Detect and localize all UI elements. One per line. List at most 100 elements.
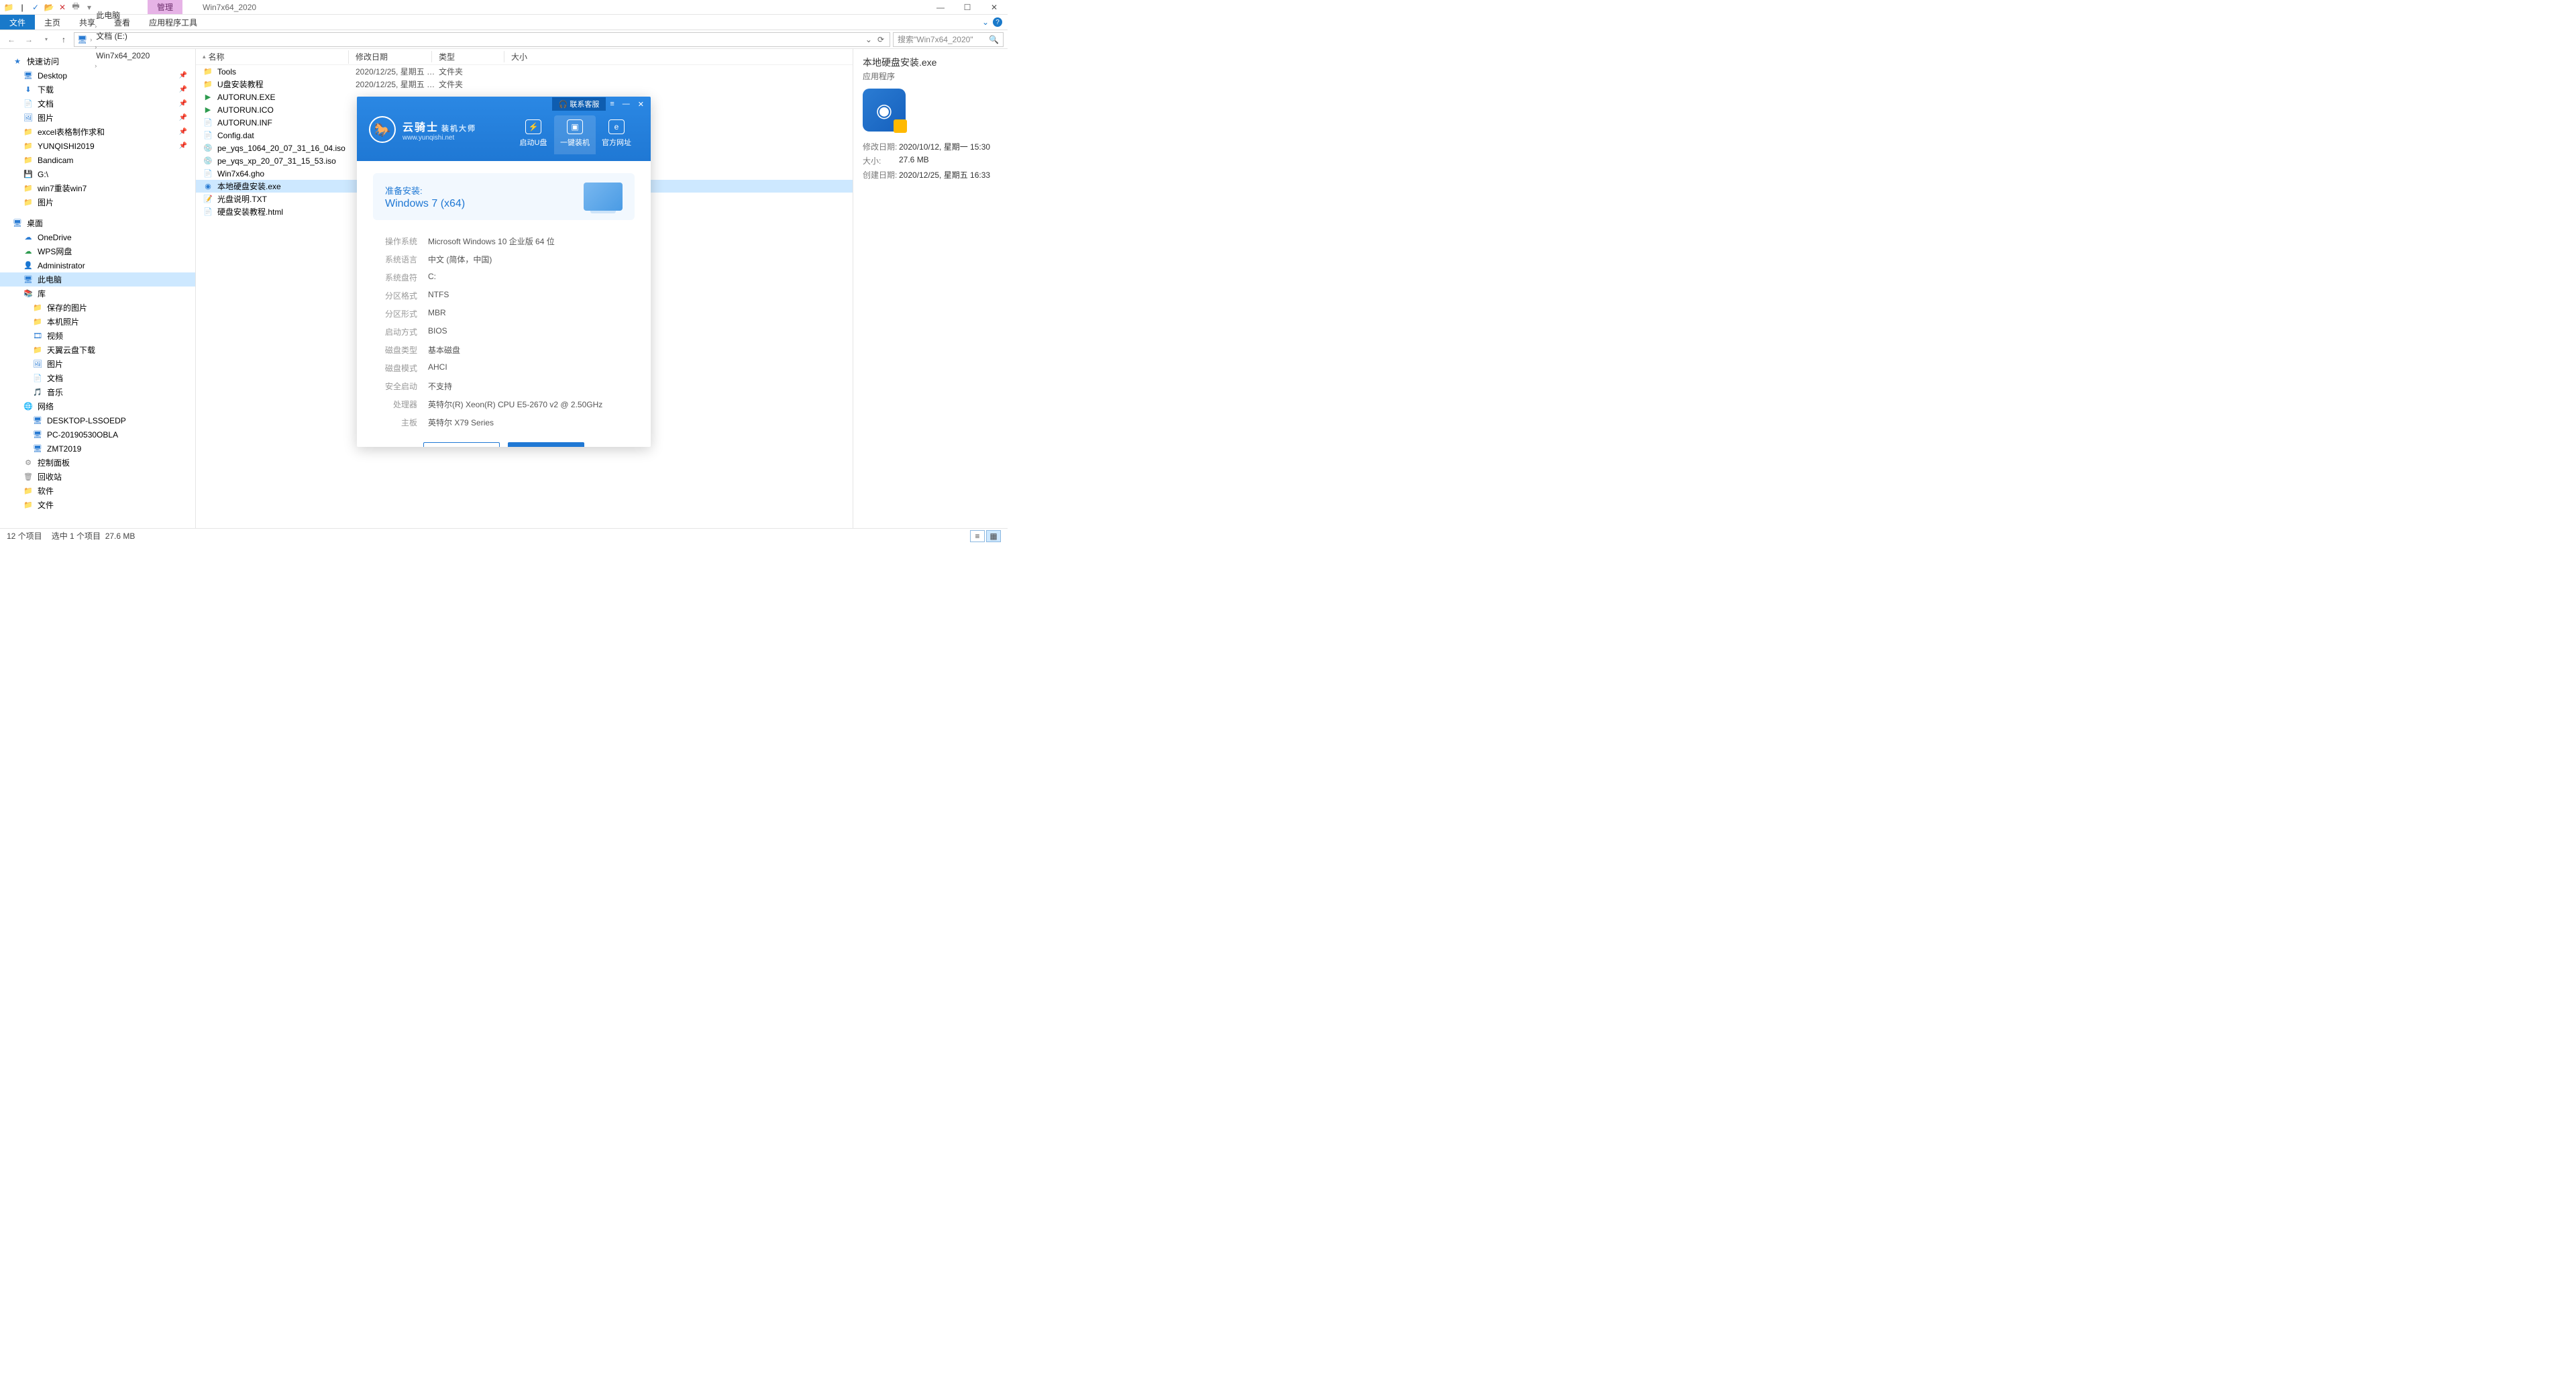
sidebar-item[interactable]: 📁YUNQISHI2019📌 <box>0 139 195 153</box>
chevron-right-icon[interactable]: › <box>95 23 97 30</box>
sidebar-item[interactable]: 📁Bandicam <box>0 153 195 167</box>
sidebar-item[interactable]: ⬇下载📌 <box>0 83 195 97</box>
qat-divider: | <box>17 3 27 12</box>
file-icon: 💿 <box>203 143 213 154</box>
help-icon[interactable]: ? <box>993 17 1002 27</box>
col-type[interactable]: 类型 <box>432 51 504 62</box>
prev-button[interactable]: 上一步 <box>423 442 500 447</box>
sidebar-item[interactable]: 📁天翼云盘下载 <box>0 343 195 357</box>
status-count: 12 个项目 <box>7 530 42 542</box>
sidebar-item[interactable]: ☁OneDrive <box>0 230 195 244</box>
file-icon: 📁 <box>203 79 213 90</box>
open-icon[interactable]: 📂 <box>44 3 54 12</box>
check-icon[interactable]: ✓ <box>31 3 40 12</box>
sidebar-item-label: Administrator <box>38 261 85 270</box>
file-name: AUTORUN.ICO <box>217 105 356 115</box>
file-date: 2020/12/25, 星期五 1… <box>356 79 439 90</box>
sidebar-item[interactable]: 🌐网络 <box>0 399 195 413</box>
breadcrumb-segment[interactable]: 文档 (E:) <box>95 30 151 42</box>
sidebar-item[interactable]: ☁WPS网盘 <box>0 244 195 258</box>
file-row[interactable]: 📁Tools2020/12/25, 星期五 1…文件夹 <box>196 65 853 78</box>
sidebar-item-icon: ⚙ <box>23 458 34 468</box>
folder-icon: 📁 <box>4 3 13 12</box>
sidebar-item-icon: 📁 <box>32 345 43 356</box>
file-type: 文件夹 <box>439 66 511 77</box>
file-icon: ▶ <box>203 105 213 115</box>
address-bar[interactable]: 🖥 › 此电脑›文档 (E:)›Win7x64_2020› ⌄ ⟳ <box>74 32 890 47</box>
sysinfo-row: 磁盘模式AHCI <box>377 359 631 377</box>
sidebar-item[interactable]: 📁win7重装win7 <box>0 181 195 195</box>
meta-value: 2020/10/12, 星期一 15:30 <box>899 141 998 152</box>
close-icon[interactable]: ✕ <box>58 3 67 12</box>
view-icons-button[interactable]: ▦ <box>986 530 1001 542</box>
nav-back-button[interactable]: ← <box>4 32 19 47</box>
sidebar-item[interactable]: 💾G:\ <box>0 167 195 181</box>
nav-history-button[interactable]: ▾ <box>39 32 54 47</box>
dropdown-icon[interactable]: ▾ <box>85 3 94 12</box>
sidebar-item[interactable]: ⚙控制面板 <box>0 456 195 470</box>
sidebar-item[interactable]: 🖥PC-20190530OBLA <box>0 427 195 442</box>
sidebar-item[interactable]: 📁图片 <box>0 195 195 209</box>
ribbon-file-tab[interactable]: 文件 <box>0 15 35 30</box>
context-tab-manage[interactable]: 管理 <box>148 0 182 14</box>
dialog-menu-button[interactable]: ≡ <box>606 100 618 108</box>
sidebar-item[interactable]: 👤Administrator <box>0 258 195 272</box>
sidebar-quick-access[interactable]: ★ 快速访问 <box>0 54 195 68</box>
sidebar-item[interactable]: 🗑回收站 <box>0 470 195 484</box>
sidebar-item[interactable]: 📁本机照片 <box>0 315 195 329</box>
sidebar-item-label: Desktop <box>38 71 67 81</box>
search-input[interactable]: 搜索"Win7x64_2020" 🔍 <box>893 32 1004 47</box>
ribbon-expand-icon[interactable]: ⌄ <box>982 17 989 27</box>
maximize-button[interactable]: ☐ <box>954 0 981 15</box>
dialog-tab[interactable]: e官方网址 <box>596 115 637 154</box>
col-size[interactable]: 大小 <box>504 51 545 62</box>
dialog-tab[interactable]: ▣一键装机 <box>554 115 596 154</box>
ribbon: 文件 主页共享查看应用程序工具 ⌄ ? <box>0 15 1008 30</box>
sidebar-item[interactable]: 📁软件 <box>0 484 195 498</box>
sidebar-item[interactable]: 🖥此电脑 <box>0 272 195 287</box>
nav-forward-button[interactable]: → <box>21 32 36 47</box>
sidebar-item[interactable]: 📚库 <box>0 287 195 301</box>
nav-up-button[interactable]: ↑ <box>56 32 71 47</box>
dialog-close-button[interactable]: ✕ <box>634 100 648 109</box>
col-name[interactable]: ▴ 名称 <box>196 50 349 64</box>
quick-access-toolbar: 📁 | ✓ 📂 ✕ 🖶 ▾ <box>0 3 94 12</box>
chevron-right-icon[interactable]: › <box>90 36 92 43</box>
file-name: Win7x64.gho <box>217 169 356 178</box>
close-button[interactable]: ✕ <box>981 0 1008 15</box>
print-icon[interactable]: 🖶 <box>71 3 80 12</box>
refresh-icon[interactable]: ⟳ <box>875 35 887 44</box>
sidebar-item[interactable]: 📁保存的图片 <box>0 301 195 315</box>
sysinfo-key: 系统语言 <box>377 254 417 265</box>
ribbon-tab[interactable]: 主页 <box>35 15 70 30</box>
contact-support-button[interactable]: 🎧 联系客服 <box>552 97 606 111</box>
sidebar-desktop[interactable]: 🖥 桌面 <box>0 216 195 230</box>
search-icon[interactable]: 🔍 <box>989 35 999 44</box>
next-button[interactable]: 下一步 <box>508 442 584 447</box>
sidebar-item[interactable]: 🖼图片 <box>0 357 195 371</box>
dialog-minimize-button[interactable]: — <box>619 100 634 108</box>
sidebar-item[interactable]: 📄文档 <box>0 371 195 385</box>
address-dropdown-icon[interactable]: ⌄ <box>865 35 872 44</box>
file-row[interactable]: 📁U盘安装教程2020/12/25, 星期五 1…文件夹 <box>196 78 853 91</box>
sidebar-item-label: 保存的图片 <box>47 302 87 313</box>
sidebar-item[interactable]: 🎞视频 <box>0 329 195 343</box>
sidebar-item[interactable]: 🖥DESKTOP-LSSOEDP <box>0 413 195 427</box>
sysinfo-key: 主板 <box>377 417 417 428</box>
sidebar-item[interactable]: 🖥ZMT2019 <box>0 442 195 456</box>
minimize-button[interactable]: — <box>927 0 954 15</box>
view-details-button[interactable]: ≡ <box>970 530 985 542</box>
meta-key: 创建日期: <box>863 169 899 181</box>
dialog-tab-label: 官方网址 <box>602 137 631 148</box>
dialog-tab[interactable]: ⚡启动U盘 <box>513 115 554 154</box>
breadcrumb-segment[interactable]: 此电脑 <box>95 9 151 21</box>
sidebar-item[interactable]: 📄文档📌 <box>0 97 195 111</box>
details-pane: 本地硬盘安装.exe 应用程序 ◉ 修改日期:2020/10/12, 星期一 1… <box>853 49 1008 528</box>
sidebar-item[interactable]: 🎵音乐 <box>0 385 195 399</box>
star-icon: ★ <box>12 56 23 67</box>
sidebar-item[interactable]: 📁excel表格制作求和📌 <box>0 125 195 139</box>
sidebar-item[interactable]: 🖥Desktop📌 <box>0 68 195 83</box>
sidebar-item[interactable]: 🖼图片📌 <box>0 111 195 125</box>
sidebar-item[interactable]: 📁文件 <box>0 498 195 512</box>
col-date[interactable]: 修改日期 <box>349 51 432 62</box>
